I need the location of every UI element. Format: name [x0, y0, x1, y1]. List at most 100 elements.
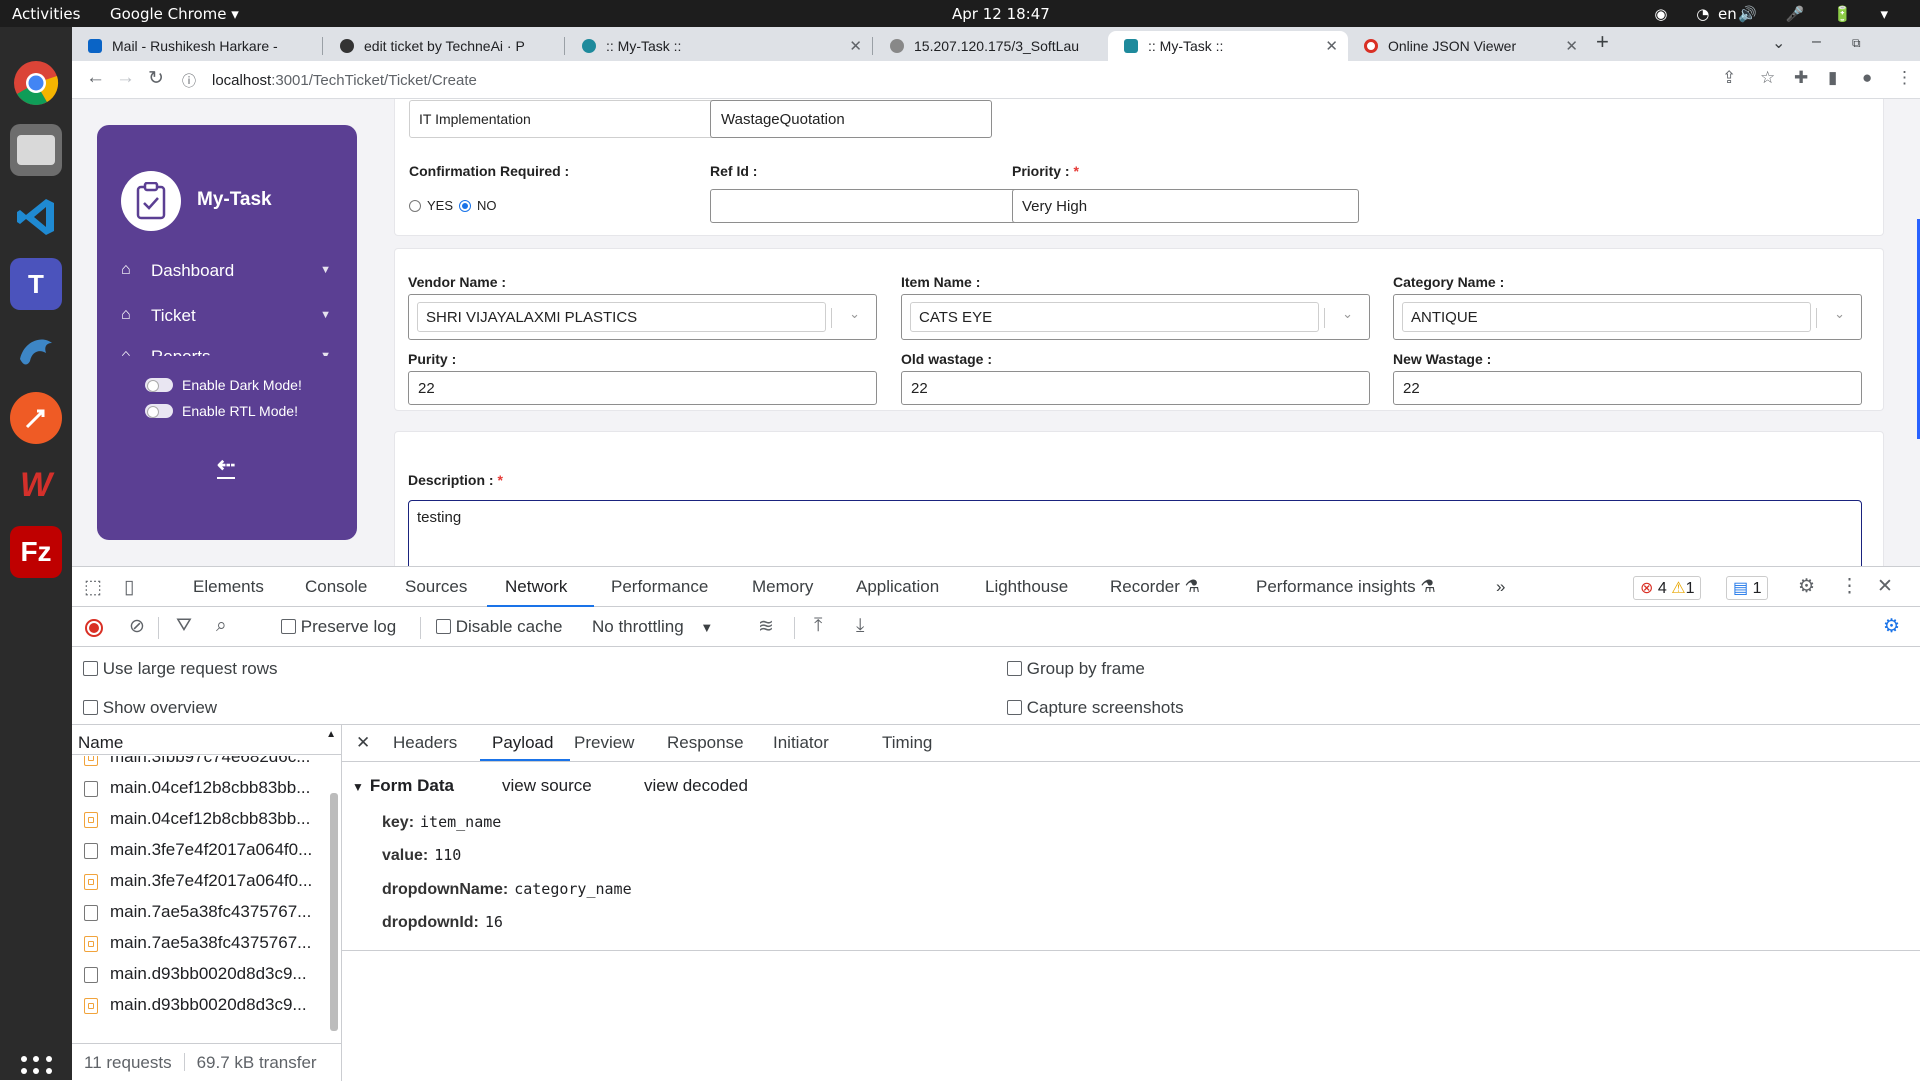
device-toolbar-icon[interactable]: ▯: [124, 576, 134, 599]
old-wastage-input[interactable]: 22: [901, 371, 1370, 405]
checkbox[interactable]: [281, 619, 296, 634]
close-tab-icon[interactable]: ✕: [1325, 37, 1338, 55]
wps-icon[interactable]: W: [10, 459, 62, 511]
vscode-icon[interactable]: [10, 191, 62, 243]
query-name-input[interactable]: WastageQuotation: [710, 100, 992, 138]
query-type-select[interactable]: IT Implementation ⌄: [409, 100, 756, 138]
name-column-header[interactable]: Name ▲: [72, 725, 342, 755]
tab-recorder[interactable]: Recorder ⚗: [1110, 577, 1200, 597]
priority-input[interactable]: Very High: [1012, 189, 1359, 223]
filezilla-icon[interactable]: Fz: [10, 526, 62, 578]
browser-tab[interactable]: 15.207.120.175/3_SoftLau: [874, 31, 1108, 61]
tab-lighthouse[interactable]: Lighthouse: [985, 577, 1068, 597]
tab-application[interactable]: Application: [856, 577, 939, 597]
side-panel-icon[interactable]: ▮: [1828, 68, 1837, 88]
tab-response[interactable]: Response: [667, 733, 744, 753]
network-conditions-icon[interactable]: ≋: [758, 615, 774, 638]
tab-headers[interactable]: Headers: [393, 733, 457, 753]
purity-input[interactable]: 22: [408, 371, 877, 405]
request-row[interactable]: main.7ae5a38fc4375767...: [72, 928, 330, 959]
tab-initiator[interactable]: Initiator: [773, 733, 829, 753]
teams-icon[interactable]: T: [10, 258, 62, 310]
filter-icon[interactable]: ⛛: [176, 615, 192, 637]
request-row[interactable]: main.d93bb0020d8d3c9...: [72, 990, 330, 1021]
export-har-icon[interactable]: ⤓: [856, 615, 864, 637]
item-select[interactable]: CATS EYE ⌄: [901, 294, 1370, 340]
inspect-element-icon[interactable]: ⬚: [84, 576, 102, 599]
close-devtools-icon[interactable]: ✕: [1877, 575, 1893, 598]
app-logo[interactable]: [121, 171, 181, 231]
tab-memory[interactable]: Memory: [752, 577, 813, 597]
view-decoded-link[interactable]: view decoded: [644, 776, 748, 796]
checkbox[interactable]: [83, 700, 98, 715]
new-tab-icon[interactable]: +: [1596, 29, 1609, 55]
request-row[interactable]: main.3fe7e4f2017a064f0...: [72, 835, 330, 866]
preserve-log-checkbox[interactable]: Preserve log: [281, 617, 396, 637]
files-icon[interactable]: [10, 124, 62, 176]
menu-item-reports[interactable]: ⌂ Reports ▼: [121, 347, 331, 356]
extensions-icon[interactable]: ✚: [1794, 68, 1808, 88]
request-row[interactable]: main.3fe7e4f2017a064f0...: [72, 866, 330, 897]
radio-button[interactable]: [409, 200, 421, 212]
forward-icon[interactable]: →: [116, 67, 135, 89]
description-textarea[interactable]: testing: [408, 500, 1862, 566]
request-row[interactable]: main.d93bb0020d8d3c9...: [72, 959, 330, 990]
category-select[interactable]: ANTIQUE ⌄: [1393, 294, 1862, 340]
back-icon[interactable]: ←: [86, 67, 105, 89]
capture-screenshots-option[interactable]: Capture screenshots: [1007, 698, 1184, 718]
app-brand[interactable]: My-Task: [197, 189, 272, 211]
browser-tab[interactable]: Mail - Rushikesh Harkare -: [72, 31, 322, 61]
browser-tab[interactable]: Online JSON Viewer ✕: [1348, 31, 1588, 61]
share-icon[interactable]: ⇪: [1722, 68, 1736, 88]
profile-avatar-icon[interactable]: ●: [1862, 68, 1872, 88]
app-menu[interactable]: Google Chrome ▾: [110, 5, 239, 23]
clock[interactable]: Apr 12 18:47: [952, 5, 1050, 23]
checkbox[interactable]: [1007, 661, 1022, 676]
radio-yes[interactable]: YES: [409, 198, 453, 213]
browser-tab-active[interactable]: :: My-Task :: ✕: [1108, 31, 1348, 61]
address-bar[interactable]: ⓘ localhost:3001/TechTicket/Ticket/Creat…: [182, 65, 1832, 95]
close-detail-icon[interactable]: ✕: [356, 733, 370, 753]
browser-tab[interactable]: edit ticket by TechneAi · P: [324, 31, 564, 61]
restore-icon[interactable]: ⧉: [1852, 36, 1861, 51]
tab-search-icon[interactable]: ⌄: [1772, 33, 1785, 53]
show-apps-icon[interactable]: [21, 1056, 53, 1088]
request-row[interactable]: main.04cef12b8cbb83bb...: [72, 773, 330, 804]
clear-icon[interactable]: ⊘: [129, 615, 145, 638]
mysql-workbench-icon[interactable]: [10, 325, 62, 377]
request-row[interactable]: main.04cef12b8cbb83bb...: [72, 804, 330, 835]
close-tab-icon[interactable]: ✕: [849, 37, 862, 55]
chrome-menu-icon[interactable]: ⋮: [1896, 68, 1913, 88]
minimize-icon[interactable]: –: [1812, 33, 1821, 51]
request-list-scrollbar[interactable]: [330, 793, 338, 1031]
tab-elements[interactable]: Elements: [193, 577, 264, 597]
tab-network[interactable]: Network: [505, 577, 567, 597]
rtl-mode-switch[interactable]: [145, 404, 173, 418]
close-tab-icon[interactable]: ✕: [1565, 37, 1578, 55]
network-settings-gear-icon[interactable]: ⚙: [1883, 615, 1900, 638]
checkbox[interactable]: [436, 619, 451, 634]
record-icon[interactable]: [85, 619, 103, 637]
chrome-icon[interactable]: [10, 57, 62, 109]
disable-cache-checkbox[interactable]: Disable cache: [436, 617, 563, 637]
tab-console[interactable]: Console: [305, 577, 367, 597]
checkbox[interactable]: [83, 661, 98, 676]
ref-id-input[interactable]: [710, 189, 1057, 223]
reload-icon[interactable]: ↻: [148, 67, 164, 90]
form-data-section-toggle[interactable]: ▼ Form Data: [352, 776, 454, 796]
request-row[interactable]: main.3fbb97c74e682d6c...: [72, 756, 330, 773]
collapse-sidebar-icon[interactable]: ⇠: [217, 454, 236, 479]
tab-performance[interactable]: Performance: [611, 577, 708, 597]
more-tabs-icon[interactable]: »: [1496, 577, 1505, 597]
tab-sources[interactable]: Sources: [405, 577, 467, 597]
show-overview-option[interactable]: Show overview: [83, 698, 217, 718]
checkbox[interactable]: [1007, 700, 1022, 715]
import-har-icon[interactable]: ⤒: [814, 615, 822, 637]
view-source-link[interactable]: view source: [502, 776, 592, 796]
new-wastage-input[interactable]: 22: [1393, 371, 1862, 405]
vendor-select[interactable]: SHRI VIJAYALAXMI PLASTICS ⌄: [408, 294, 877, 340]
request-row[interactable]: main.7ae5a38fc4375767...: [72, 897, 330, 928]
system-status-icons[interactable]: ◉ ◔ 🔊 🎤 🔋 ▾: [1654, 5, 1900, 23]
dark-mode-switch[interactable]: [145, 378, 173, 392]
site-info-icon[interactable]: ⓘ: [182, 71, 196, 91]
